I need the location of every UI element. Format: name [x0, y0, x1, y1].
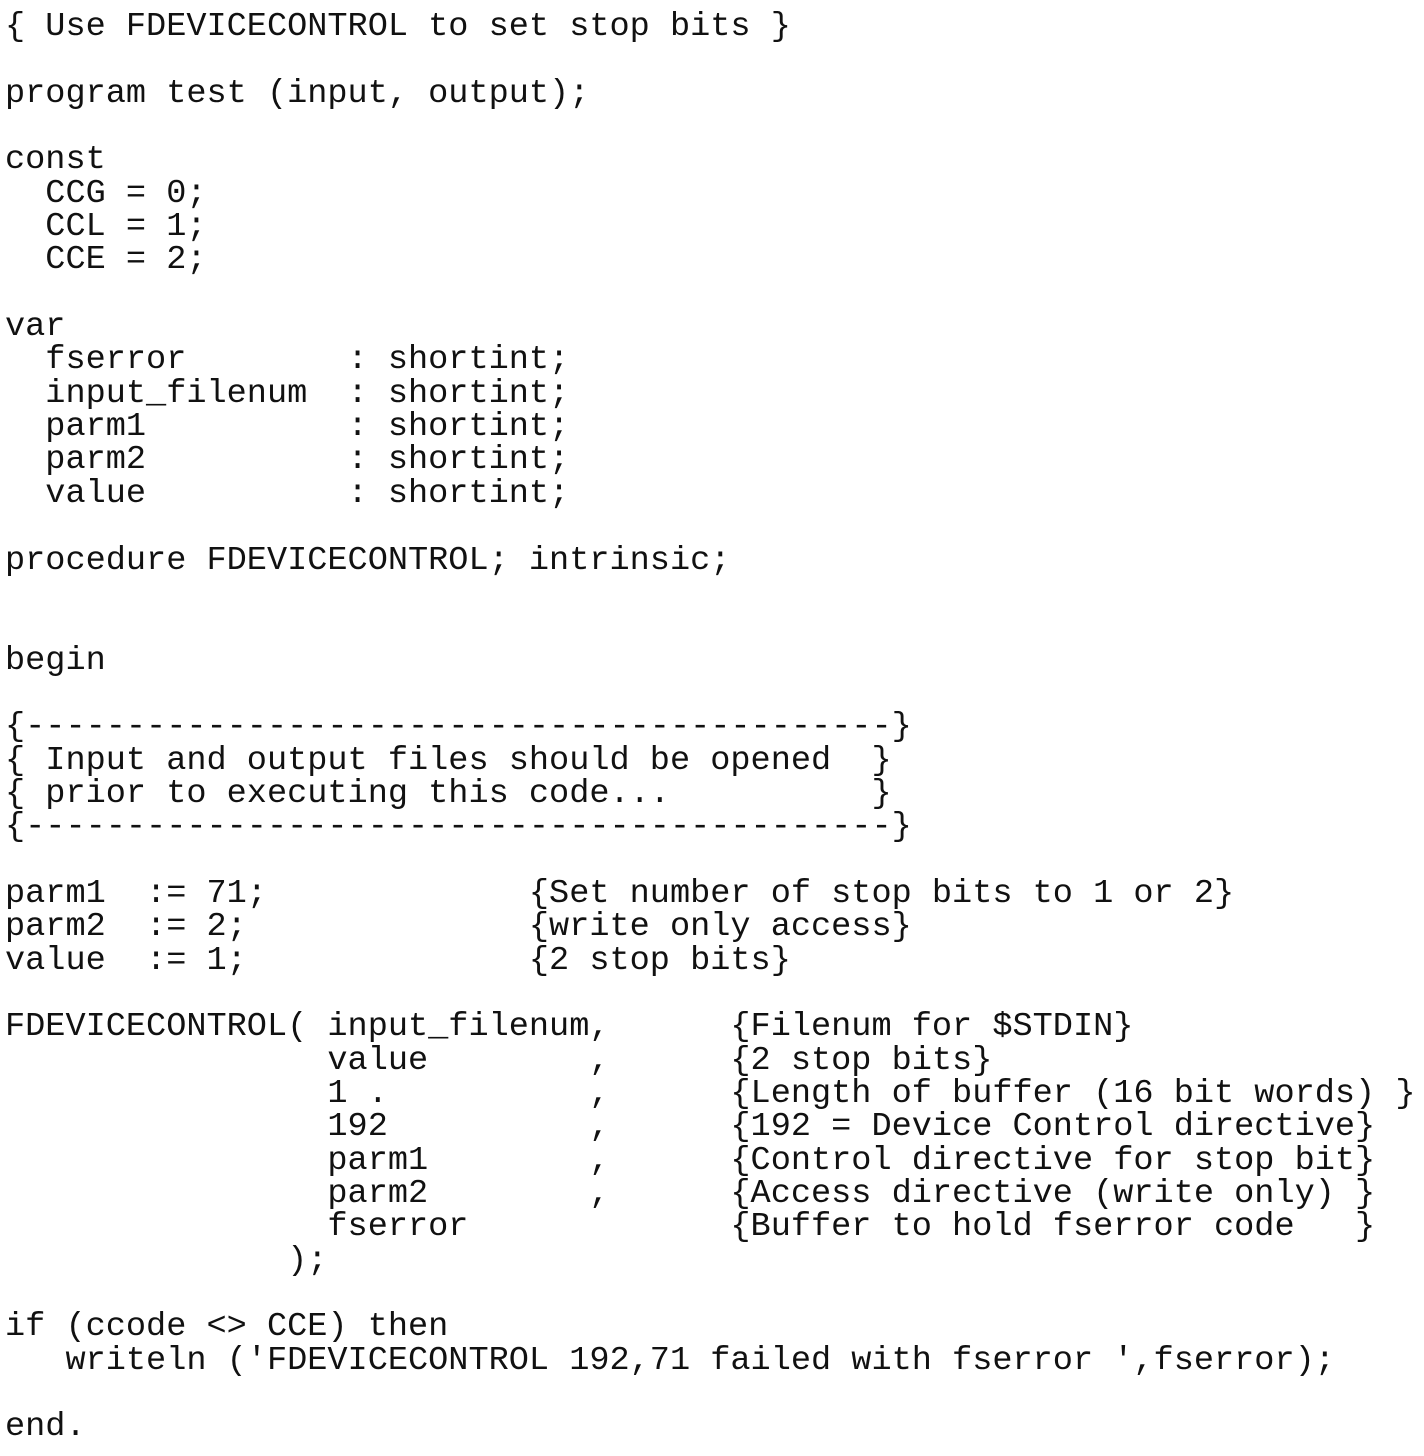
end-keyword: end. [5, 1408, 86, 1447]
call-arg-length: 1 . , {Length of buffer (16 bit words) } [5, 1075, 1416, 1113]
call-close: ); [5, 1241, 328, 1280]
comment-box-line-1: { Input and output files should be opene… [5, 741, 892, 780]
call-arg-fserror: fserror {Buffer to hold fserror code } [5, 1208, 1376, 1247]
code-listing: { Use FDEVICECONTROL to set stop bits } p… [5, 8, 1416, 1447]
procedure-declaration: procedure FDEVICECONTROL; intrinsic; [5, 541, 731, 580]
call-arg-parm1: parm1 , {Control directive for stop bit} [5, 1141, 1376, 1180]
assign-value: value := 1; {2 stop bits} [5, 941, 791, 980]
const-ccl: CCL = 1; [5, 208, 207, 247]
call-arg-parm2: parm2 , {Access directive (write only) } [5, 1175, 1376, 1214]
call-arg-value: value , {2 stop bits} [5, 1041, 993, 1080]
if-statement: if (ccode <> CCE) then [5, 1308, 449, 1347]
begin-keyword: begin [5, 641, 106, 680]
comment-box-line-2: { prior to executing this code... } [5, 774, 892, 813]
writeln-statement: writeln ('FDEVICECONTROL 192,71 failed w… [5, 1341, 1335, 1380]
var-keyword: var [5, 308, 66, 347]
call-arg-input-filenum: FDEVICECONTROL( input_filenum, {Filenum … [5, 1008, 1134, 1047]
call-arg-192: 192 , {192 = Device Control directive} [5, 1108, 1376, 1147]
var-value: value : shortint; [5, 474, 570, 513]
const-keyword: const [5, 141, 106, 180]
comment-box-top: {---------------------------------------… [5, 708, 912, 747]
const-ccg: CCG = 0; [5, 174, 207, 213]
var-parm2: parm2 : shortint; [5, 441, 570, 480]
const-cce: CCE = 2; [5, 241, 207, 280]
var-parm1: parm1 : shortint; [5, 408, 570, 447]
comment-box-bottom: {---------------------------------------… [5, 808, 912, 847]
header-comment: { Use FDEVICECONTROL to set stop bits } [5, 8, 791, 46]
var-input-filenum: input_filenum : shortint; [5, 374, 570, 413]
assign-parm2: parm2 := 2; {write only access} [5, 908, 912, 947]
var-fserror: fserror : shortint; [5, 341, 570, 380]
assign-parm1: parm1 := 71; {Set number of stop bits to… [5, 874, 1235, 913]
program-declaration: program test (input, output); [5, 74, 590, 113]
